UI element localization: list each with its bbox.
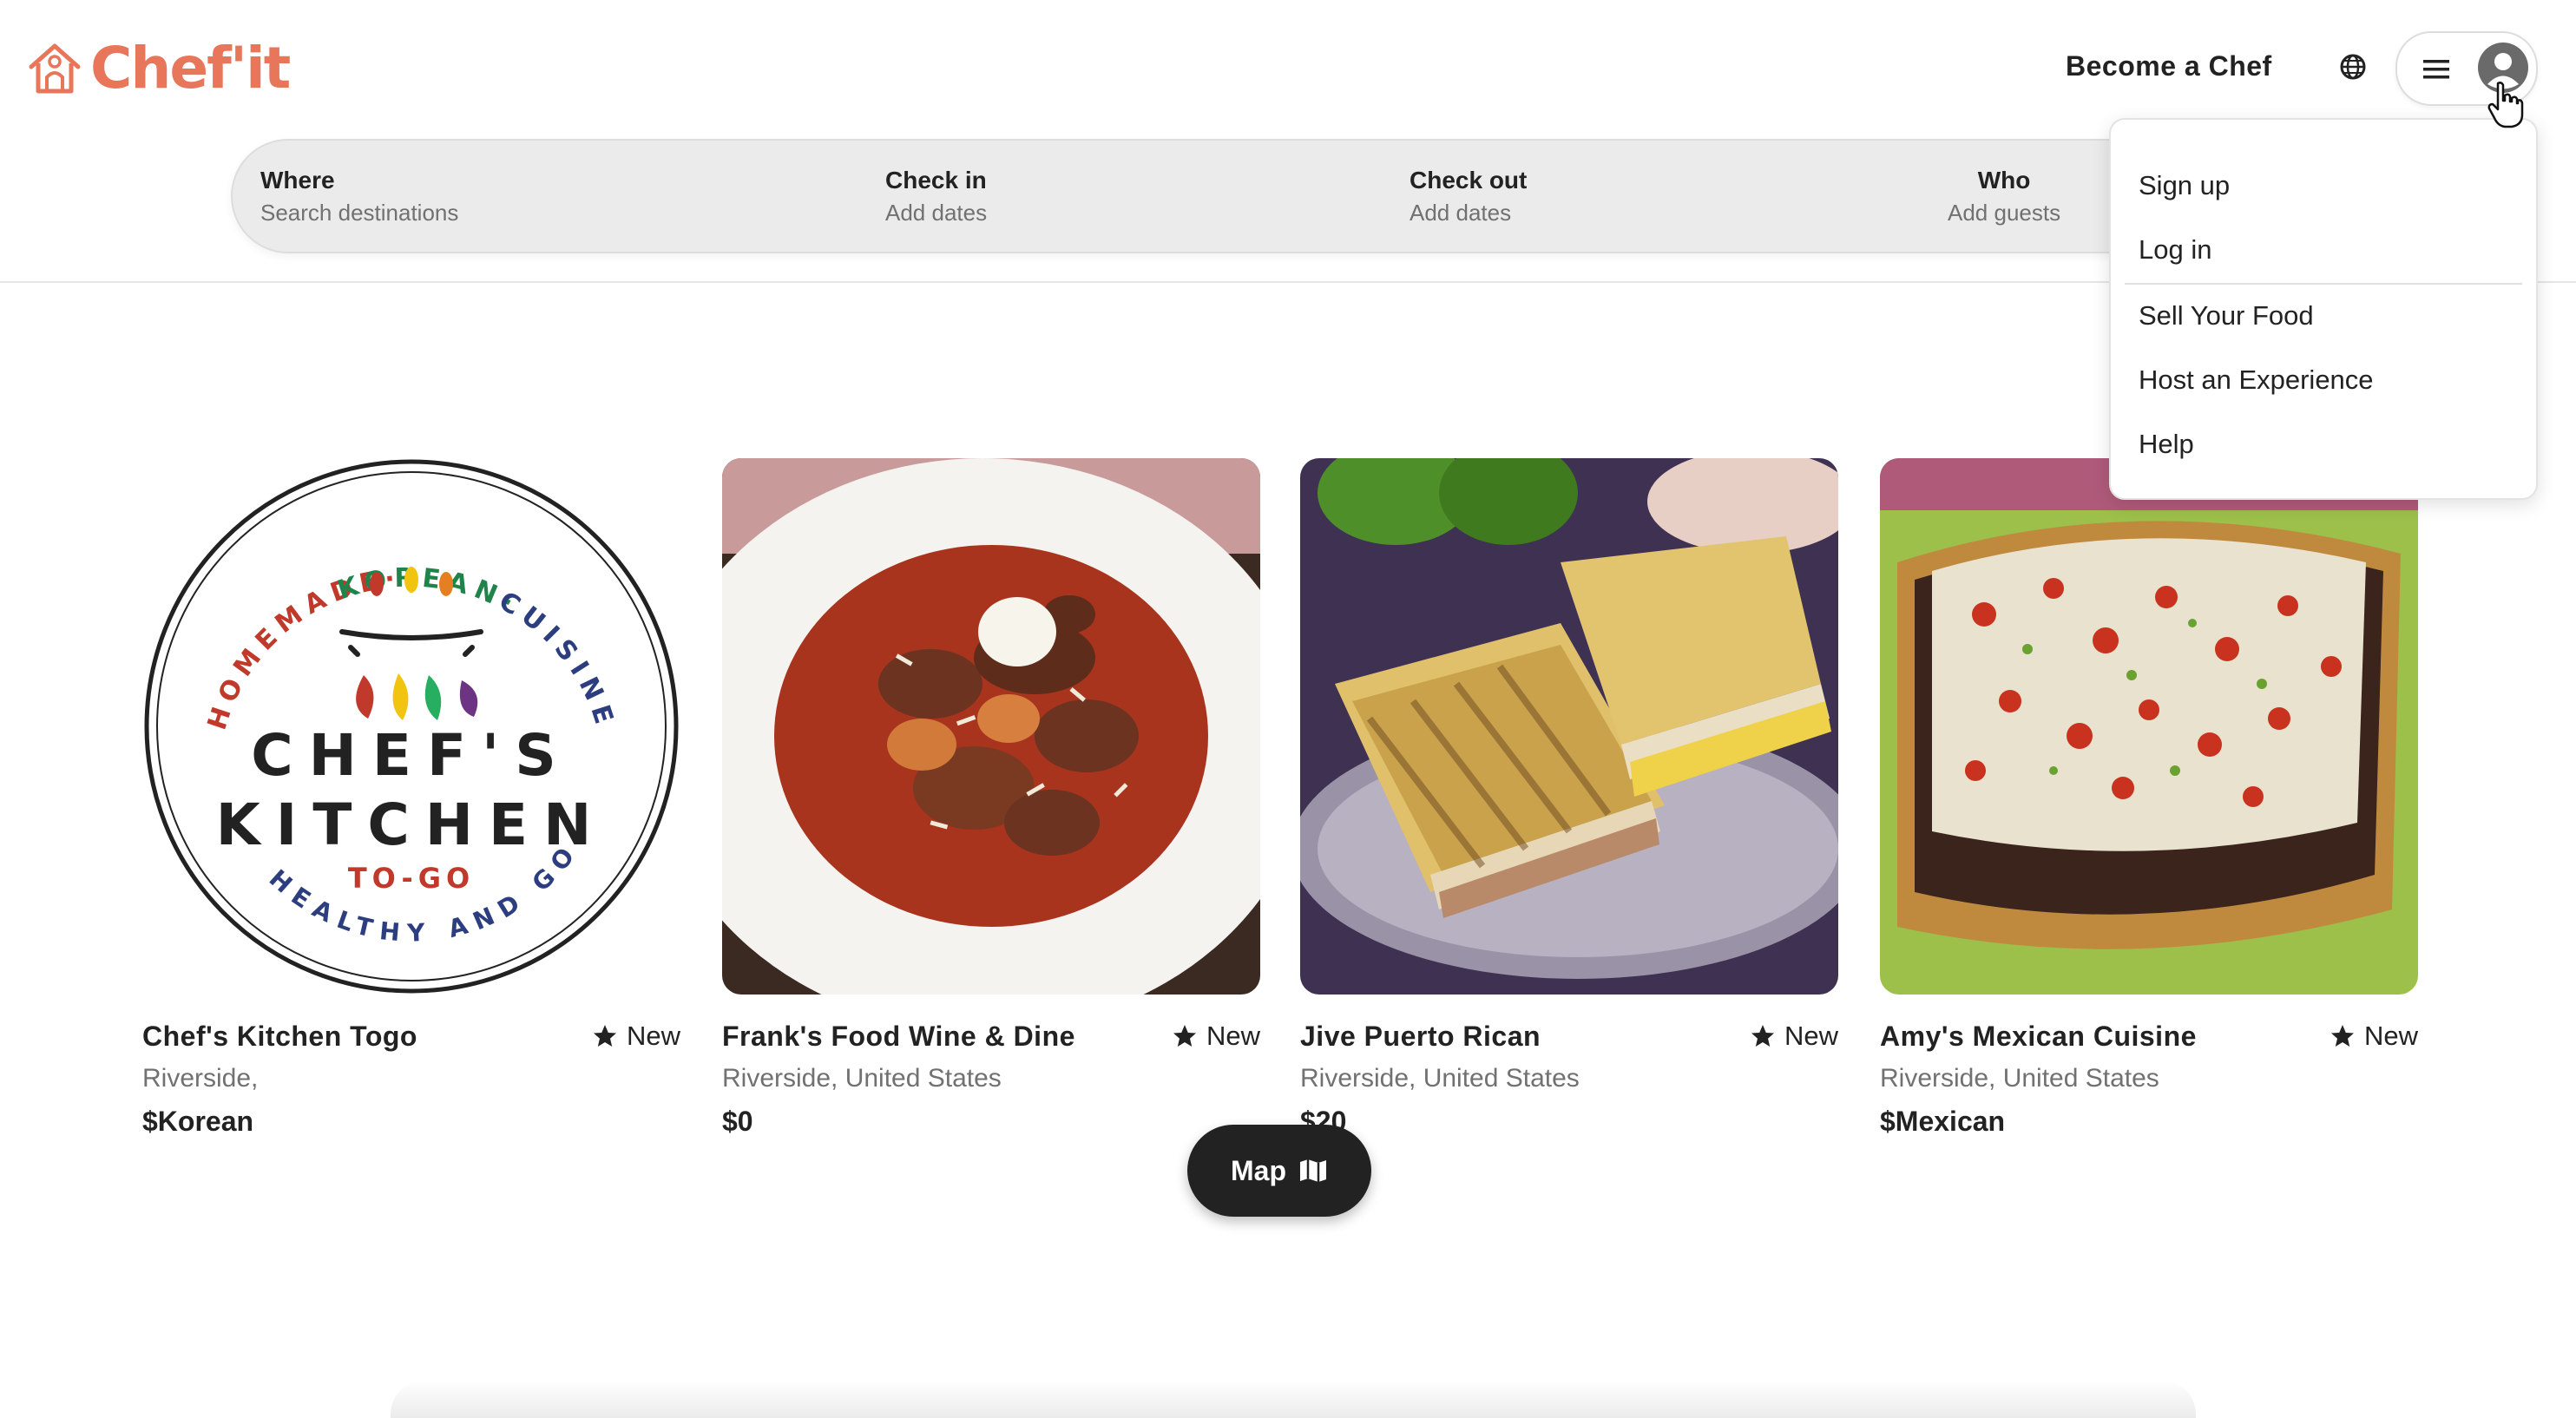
listing-image[interactable] <box>722 458 1260 995</box>
star-icon <box>1751 1025 1774 1047</box>
cuban-sandwich-photo <box>1300 458 1838 995</box>
brand-logo[interactable]: Chef'it <box>24 33 291 102</box>
search-where[interactable]: Where Search destinations <box>260 167 458 226</box>
menu-item-help[interactable]: Help <box>2139 429 2194 460</box>
listing-title[interactable]: Chef's Kitchen Togo <box>142 1021 417 1053</box>
listing-badge: New <box>592 1021 680 1052</box>
listing-image[interactable] <box>1880 458 2418 995</box>
listing-badge: New <box>2330 1021 2418 1052</box>
listing-price: $Mexican <box>1880 1106 2006 1137</box>
menu-divider <box>2125 283 2522 285</box>
listing-location: Riverside, United States <box>1880 1064 2159 1093</box>
menu-item-host-experience[interactable]: Host an Experience <box>2139 364 2374 396</box>
pointer-cursor-icon <box>2487 82 2524 128</box>
star-icon <box>2330 1025 2354 1047</box>
listing-badge-text: New <box>1784 1021 1838 1051</box>
checkin-label: Check in <box>885 167 987 194</box>
listing-price: $Korean <box>142 1106 254 1137</box>
listing-badge: New <box>1172 1021 1260 1052</box>
listing-card[interactable]: Frank's Food Wine & Dine New Riverside, … <box>722 458 1260 1137</box>
map-icon <box>1300 1159 1326 1182</box>
menu-item-sign-up[interactable]: Sign up <box>2139 170 2230 201</box>
become-chef-link[interactable]: Become a Chef <box>2066 50 2272 82</box>
who-label: Who <box>1977 167 2031 194</box>
listing-badge: New <box>1750 1021 1838 1052</box>
who-placeholder: Add guests <box>1948 200 2061 226</box>
listing-card[interactable]: HOMEMADE· KOREAN· CUISINE HEALTHY AND GO… <box>142 458 680 1137</box>
listing-price: $0 <box>722 1106 753 1137</box>
checkin-placeholder: Add dates <box>885 200 988 226</box>
listing-image[interactable] <box>1300 458 1838 995</box>
listing-badge-text: New <box>2363 1021 2418 1051</box>
user-dropdown-menu: Sign up Log in Sell Your Food Host an Ex… <box>2109 118 2538 500</box>
listing-card[interactable]: Amy's Mexican Cuisine New Riverside, Uni… <box>1880 458 2418 1137</box>
bottom-shadow <box>391 1380 2196 1418</box>
where-placeholder: Search destinations <box>260 200 459 226</box>
listing-card[interactable]: Jive Puerto Rican New Riverside, United … <box>1300 458 1838 1137</box>
listing-badge-text: New <box>1206 1021 1260 1051</box>
search-checkout[interactable]: Check out Add dates <box>1410 167 1527 226</box>
map-button-label: Map <box>1231 1154 1286 1186</box>
chef-house-icon <box>29 43 81 94</box>
listing-title[interactable]: Frank's Food Wine & Dine <box>722 1021 1075 1053</box>
search-bar[interactable]: Where Search destinations Check in Add d… <box>231 139 2404 253</box>
svg-text:KITCHEN: KITCHEN <box>216 791 608 858</box>
globe-icon[interactable] <box>2338 52 2368 82</box>
mexican-tostada-photo <box>1880 458 2418 995</box>
listing-title[interactable]: Amy's Mexican Cuisine <box>1880 1021 2197 1053</box>
svg-text:CHEF'S: CHEF'S <box>251 722 572 789</box>
checkout-placeholder: Add dates <box>1410 200 1512 226</box>
chefs-kitchen-logo-image: HOMEMADE· KOREAN· CUISINE HEALTHY AND GO… <box>142 458 680 995</box>
listing-location: Riverside, United States <box>722 1064 1002 1093</box>
menu-item-sell-your-food[interactable]: Sell Your Food <box>2139 300 2314 332</box>
where-label: Where <box>260 167 335 194</box>
search-who[interactable]: Who Add guests <box>1948 167 2060 226</box>
checkout-label: Check out <box>1410 167 1528 194</box>
star-icon <box>1173 1025 1196 1047</box>
search-checkin[interactable]: Check in Add dates <box>885 167 987 226</box>
brand-name: Chef'it <box>90 34 291 102</box>
menu-item-log-in[interactable]: Log in <box>2139 234 2211 266</box>
listing-image[interactable]: HOMEMADE· KOREAN· CUISINE HEALTHY AND GO… <box>142 458 680 995</box>
pasta-sausage-photo <box>722 458 1260 995</box>
svg-text:TO-GO: TO-GO <box>348 862 475 895</box>
listing-location: Riverside, <box>142 1064 259 1093</box>
star-icon <box>593 1025 616 1047</box>
hamburger-icon <box>2423 60 2449 79</box>
show-map-button[interactable]: Map <box>1187 1125 1371 1217</box>
listing-badge-text: New <box>626 1021 680 1051</box>
listing-location: Riverside, United States <box>1300 1064 1580 1093</box>
listing-title[interactable]: Jive Puerto Rican <box>1300 1021 1541 1053</box>
